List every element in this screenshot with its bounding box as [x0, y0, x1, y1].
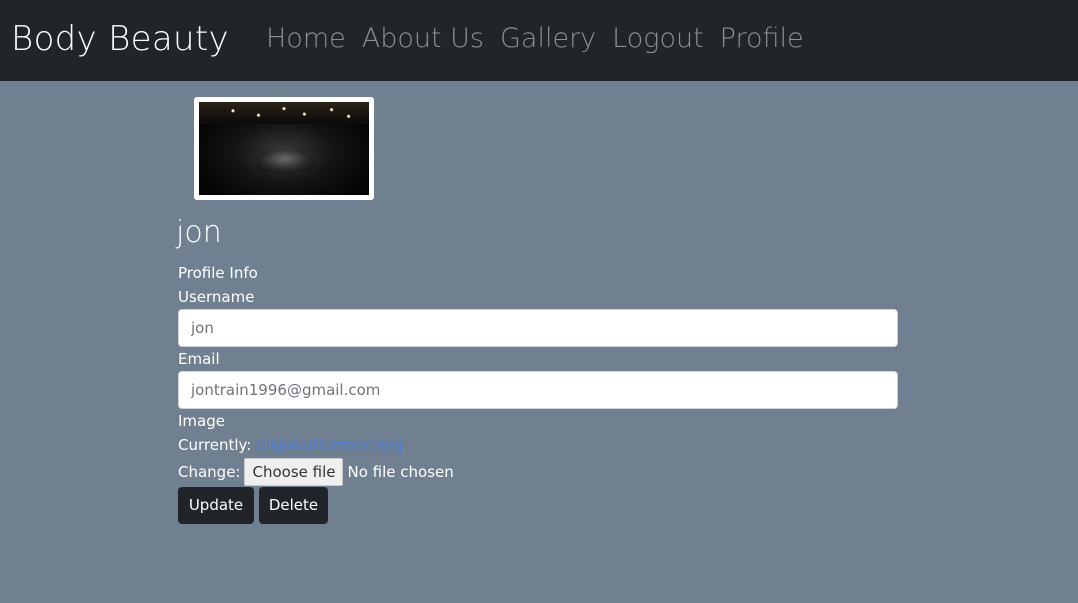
update-button[interactable]: Update [178, 487, 254, 524]
brand-logo[interactable]: Body Beauty [11, 15, 229, 63]
profile-image-car [257, 150, 313, 172]
profile-image-thumbnail [194, 97, 374, 200]
email-label: Email [178, 350, 220, 368]
nav-link-about-us[interactable]: About Us [362, 18, 484, 60]
email-input[interactable] [178, 371, 898, 409]
nav-link-profile[interactable]: Profile [720, 18, 804, 60]
current-image-link[interactable]: dlkjwkufterroecjnjnj [256, 436, 403, 454]
profile-name-heading: jon [176, 215, 222, 250]
choose-file-button[interactable]: Choose file [244, 458, 344, 486]
nav-link-logout[interactable]: Logout [612, 18, 704, 60]
navbar: Body Beauty Home About Us Gallery Logout… [0, 0, 1078, 81]
image-label: Image [178, 412, 225, 430]
profile-image [199, 102, 369, 195]
nav-link-gallery[interactable]: Gallery [500, 18, 596, 60]
currently-row: Currently: dlkjwkufterroecjnjnj [178, 435, 403, 455]
nav-links: Home About Us Gallery Logout Profile [266, 18, 820, 60]
username-input[interactable] [178, 309, 898, 347]
nav-link-home[interactable]: Home [266, 18, 346, 60]
profile-info-label: Profile Info [178, 264, 258, 282]
delete-button[interactable]: Delete [259, 487, 328, 524]
username-label: Username [178, 288, 255, 306]
no-file-chosen-text: No file chosen [347, 463, 454, 481]
change-label: Change: [178, 463, 241, 481]
profile-image-lights [199, 102, 369, 124]
change-row: Change: Choose file No file chosen [178, 458, 454, 486]
currently-label: Currently: [178, 436, 252, 454]
